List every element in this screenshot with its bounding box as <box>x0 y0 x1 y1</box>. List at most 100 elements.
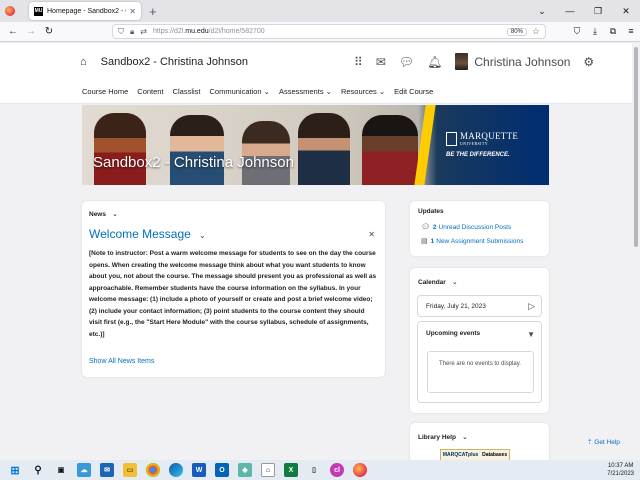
course-header: ⌂ Sandbox2 - Christina Johnson ⠿ ✉ 💬︎ 🔔︎… <box>0 43 632 80</box>
zoom-level[interactable]: 80% <box>506 27 527 36</box>
calendar-title[interactable]: Calendar ⌄ <box>418 278 458 286</box>
user-app-icon[interactable]: cl <box>330 463 344 477</box>
file-explorer-icon[interactable]: ▭ <box>123 463 137 477</box>
nav-edit-course[interactable]: Edit Course <box>394 87 433 96</box>
nav-resources[interactable]: Resources ⌄ <box>341 87 385 96</box>
updates-widget: Updates 💬︎ 2 Unread Discussion Posts ▤ 1 New… <box>410 201 549 256</box>
nav-assessments[interactable]: Assessments ⌄ <box>279 87 332 96</box>
home-icon[interactable]: ⌂ <box>80 56 87 68</box>
news-item-body: [Note to instructor: Post a warm welcome… <box>89 250 377 338</box>
search-icon[interactable]: ⚲ <box>31 463 45 477</box>
nav-course-home[interactable]: Course Home <box>82 87 128 96</box>
assignment-submissions-link[interactable]: ▤ 1 New Assignment Submissions <box>421 237 523 246</box>
outlook-icon[interactable]: O <box>215 463 229 477</box>
browser-nav-bar: ← → ↻ ⛉ 🔒︎ ⇄ https://d2l.mu.edu/d2l/home… <box>0 22 640 42</box>
subscriptions-icon[interactable]: 💬︎ <box>399 55 414 69</box>
upcoming-events-label[interactable]: Upcoming events <box>426 330 480 337</box>
url-bar[interactable]: ⛉ 🔒︎ ⇄ https://d2l.mu.edu/d2l/home/58270… <box>112 24 546 39</box>
tab-favicon: MU <box>34 6 43 16</box>
tab-title: Homepage - Sandbox2 - Chris <box>47 7 126 15</box>
tab-close-icon[interactable]: ✕ <box>129 7 136 16</box>
lock-icon[interactable]: 🔒︎ <box>130 27 134 37</box>
clock-time: 10:37 AM <box>607 463 634 469</box>
minimize-icon[interactable]: — <box>556 6 584 16</box>
unread-discussions-link[interactable]: 💬︎ 2 Unread Discussion Posts <box>421 223 511 232</box>
banner-student-1 <box>94 113 146 185</box>
gear-icon[interactable]: ⚙ <box>583 55 594 69</box>
widgets-icon[interactable]: ☁ <box>77 463 91 477</box>
banner-title: Sandbox2 - Christina Johnson <box>93 154 294 171</box>
app-icon[interactable]: ⌂ <box>261 463 275 477</box>
show-all-news-link[interactable]: Show All News Items <box>89 358 154 365</box>
word-icon[interactable]: W <box>192 463 206 477</box>
bookmark-star-icon[interactable]: ☆ <box>532 26 540 37</box>
forward-icon[interactable]: → <box>22 26 40 37</box>
chevron-right-icon: ▷ <box>528 301 535 311</box>
firefox-icon[interactable] <box>5 6 15 16</box>
task-view-icon[interactable]: ▣ <box>54 463 68 477</box>
banner-student-3 <box>242 121 290 185</box>
user-name[interactable]: Christina Johnson <box>474 55 570 69</box>
logo-name: MARQUETTE <box>460 131 519 141</box>
restore-icon[interactable]: ❐ <box>584 6 612 17</box>
edge-icon[interactable] <box>169 463 183 477</box>
news-widget: News ⌄ Welcome Message ⌄ ✕ [Note to instr… <box>82 201 385 377</box>
permissions-icon[interactable]: ⇄ <box>140 27 147 36</box>
new-tab-icon[interactable]: + <box>149 4 157 19</box>
system-clock[interactable]: 10:37 AM 7/21/2023 <box>607 462 634 478</box>
course-selector-icon[interactable]: ⠿ <box>354 55 363 69</box>
logo-sub: UNIVERSITY <box>460 141 488 146</box>
windows-taskbar: ⊞ ⚲ ▣ ☁ ✉ ▭ W O ◆ ⌂ X ▯ cl 10:37 AM 7/21… <box>0 460 640 480</box>
mail-icon[interactable]: ✉ <box>100 463 114 477</box>
collapse-triangle-icon[interactable]: ▼ <box>527 330 535 339</box>
calendar-date-selector[interactable]: Friday, July 21, 2023 ▷ <box>417 295 542 317</box>
updates-title: Updates <box>418 208 444 215</box>
news-widget-title[interactable]: News ⌄ <box>89 210 118 218</box>
library-help-title[interactable]: Library Help ⌄ <box>418 433 468 441</box>
nav-content[interactable]: Content <box>137 87 163 96</box>
message-icon[interactable]: ✉ <box>376 55 386 69</box>
nav-classlist[interactable]: Classlist <box>173 87 201 96</box>
browser-tab[interactable]: MU Homepage - Sandbox2 - Chris ✕ <box>29 2 141 20</box>
library-help-widget: Library Help ⌄ MARQCATplus Databases <box>410 423 549 463</box>
no-events-message: There are no events to display. <box>427 351 534 393</box>
pocket-icon[interactable]: ⛉ <box>568 26 586 37</box>
discussion-icon: 💬︎ <box>421 224 430 231</box>
get-help-button[interactable]: ⇡ Get Help <box>587 438 620 446</box>
reload-icon[interactable]: ↻ <box>40 26 58 37</box>
shield-icon[interactable]: ⛉ <box>118 27 124 37</box>
course-navbar: Course Home Content Classlist Communicat… <box>0 80 632 104</box>
clock-date: 7/21/2023 <box>607 471 634 477</box>
windows-start-icon[interactable]: ⊞ <box>8 463 22 477</box>
course-banner: Sandbox2 - Christina Johnson MARQUETTE U… <box>82 105 549 185</box>
extensions-icon[interactable]: ⧉ <box>604 26 622 37</box>
back-icon[interactable]: ← <box>4 26 22 37</box>
page-scrollbar[interactable] <box>632 43 640 460</box>
list-tabs-icon[interactable]: ⌄ <box>528 6 556 17</box>
chevron-down-icon: ⌄ <box>451 279 458 286</box>
course-title[interactable]: Sandbox2 - Christina Johnson <box>101 56 248 68</box>
chevron-down-icon: ⌄ <box>461 434 468 441</box>
scroll-thumb[interactable] <box>634 47 638 247</box>
close-window-icon[interactable]: ✕ <box>612 6 640 17</box>
avatar[interactable] <box>455 53 469 70</box>
notepad-icon[interactable]: ▯ <box>307 463 321 477</box>
chrome-icon[interactable] <box>146 463 160 477</box>
marquette-shield-icon <box>446 132 457 146</box>
excel-icon[interactable]: X <box>284 463 298 477</box>
banner-student-2 <box>170 115 224 185</box>
notifications-bell-icon[interactable]: 🔔︎ <box>427 55 442 69</box>
upcoming-events-panel: Upcoming events ▼ There are no events to… <box>417 321 542 403</box>
news-item-title[interactable]: Welcome Message ⌄ <box>89 227 206 241</box>
nav-communication[interactable]: Communication ⌄ <box>209 87 269 96</box>
firefox-taskbar-icon[interactable] <box>353 463 367 477</box>
close-icon[interactable]: ✕ <box>368 230 375 239</box>
downloads-icon[interactable]: ⤓ <box>586 26 604 37</box>
menu-icon[interactable]: ≡ <box>622 26 640 37</box>
chevron-down-icon: ⌄ <box>196 231 206 240</box>
browser-tab-bar: MU Homepage - Sandbox2 - Chris ✕ + ⌄ — ❐… <box>0 0 640 22</box>
banner-student-4 <box>298 113 350 185</box>
url-text[interactable]: https://d2l.mu.edu/d2l/home/582700 <box>153 28 507 35</box>
notes-icon[interactable]: ◆ <box>238 463 252 477</box>
banner-student-5 <box>362 115 418 185</box>
